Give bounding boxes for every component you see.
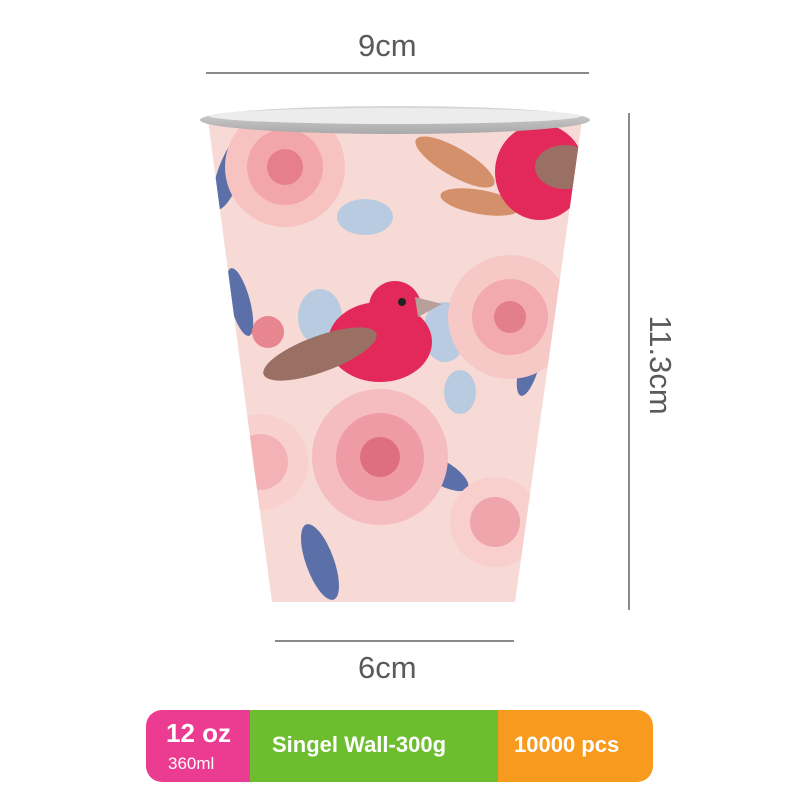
top-width-label: 9cm	[358, 28, 417, 63]
top-dimension-line	[206, 72, 589, 74]
quantity-label: 10000 pcs	[514, 732, 620, 757]
quantity-badge: 10000 pcs	[498, 710, 653, 782]
bottom-width-label: 6cm	[358, 650, 417, 685]
size-badge: 12 oz 360ml	[146, 710, 256, 782]
bottom-dimension-line	[275, 640, 514, 642]
height-label: 11.3cm	[643, 315, 678, 415]
height-dimension-line	[628, 113, 630, 610]
size-oz-label: 12 oz	[166, 718, 232, 748]
paper-cup-image	[200, 106, 590, 602]
size-ml-label: 360ml	[168, 754, 215, 773]
wall-badge: Singel Wall-300g	[250, 710, 512, 782]
wall-label: Singel Wall-300g	[272, 732, 447, 757]
